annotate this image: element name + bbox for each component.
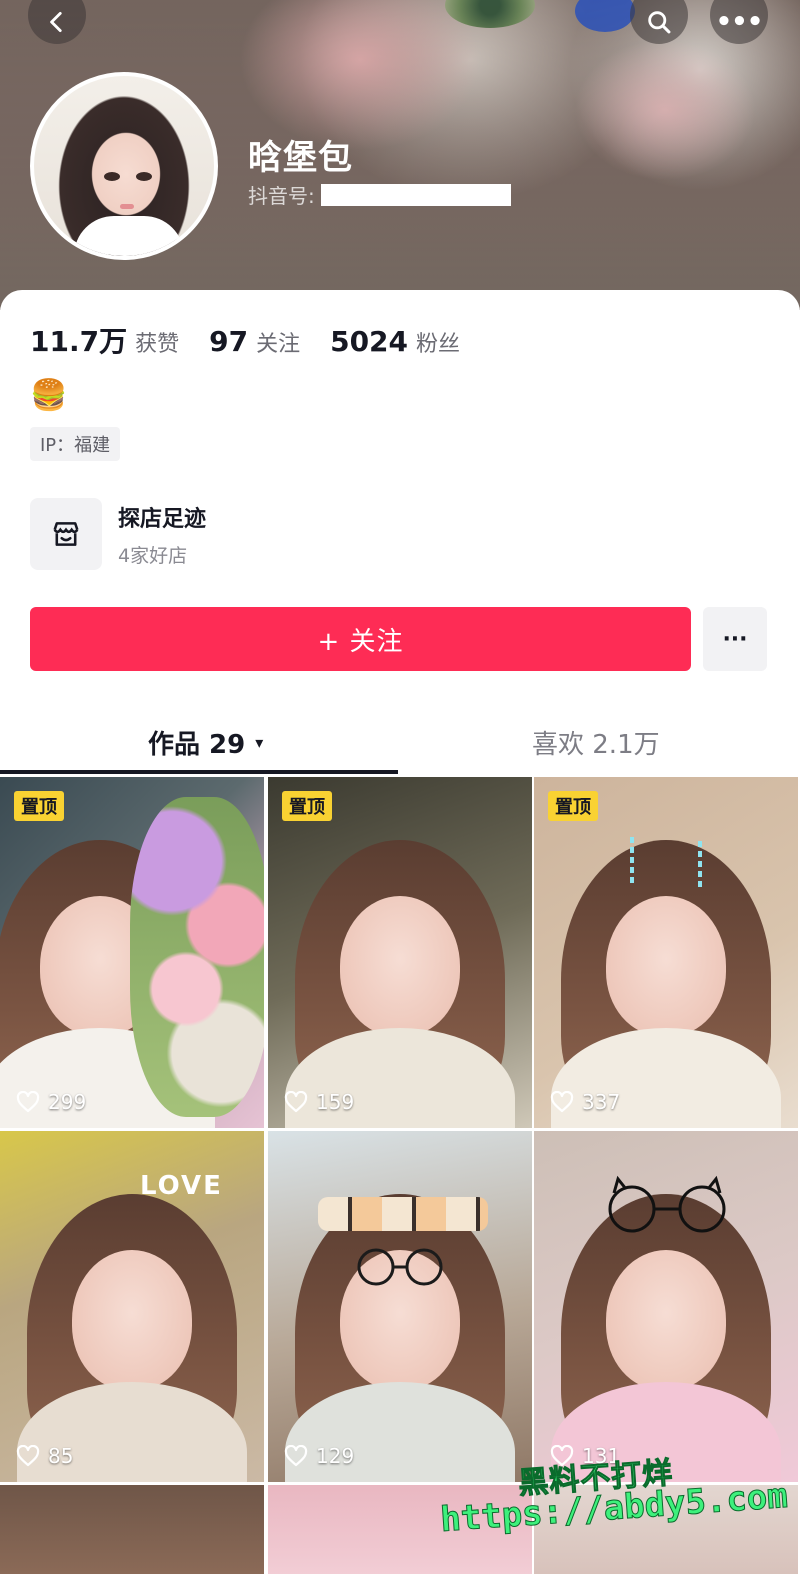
stat-followers-value: 5024: [330, 325, 409, 358]
pinned-badge: 置顶: [282, 791, 332, 821]
heart-outline-icon: [16, 1445, 40, 1467]
profile-banner: ••• 晗堡包 抖音号:: [0, 0, 800, 310]
store-visits-entry[interactable]: 探店足迹 4家好店: [30, 498, 206, 570]
video-tile[interactable]: 置顶 299: [0, 777, 264, 1128]
store-icon: [53, 522, 79, 546]
video-tile[interactable]: LOVE 85: [0, 1131, 264, 1482]
profile-info-card: 11.7万 获赞 97 关注 5024 粉丝 🍔 IP：福建 探店足迹 4家好店…: [0, 290, 800, 780]
bio-emoji: 🍔: [30, 378, 68, 413]
video-tile[interactable]: [0, 1485, 264, 1574]
follow-button[interactable]: + 关注: [30, 607, 691, 671]
ellipsis-icon: •••: [715, 7, 764, 37]
stat-followers[interactable]: 5024 粉丝: [330, 325, 460, 358]
cat-faces-sticker: [318, 1197, 488, 1231]
like-count-text: 85: [48, 1444, 74, 1468]
tab-works[interactable]: 作品 29 ▾: [148, 724, 263, 761]
store-visits-title: 探店足迹: [118, 506, 207, 532]
like-count-text: 129: [316, 1444, 355, 1468]
heart-outline-icon: [284, 1091, 308, 1113]
store-visits-count: 4家好店: [118, 544, 188, 567]
profile-tabs: 作品 29 ▾ 喜欢 2.1万: [0, 710, 800, 774]
like-count-text: 159: [316, 1090, 355, 1114]
chevron-left-icon: [50, 11, 62, 33]
pinned-badge: 置顶: [548, 791, 598, 821]
like-count-text: 299: [48, 1090, 87, 1114]
stat-likes[interactable]: 11.7万 获赞: [30, 320, 179, 360]
stat-likes-value: 11.7万: [30, 325, 128, 358]
video-tile[interactable]: 置顶 159: [268, 777, 532, 1128]
flower-bouquet: [130, 797, 264, 1117]
heart-outline-icon: [284, 1445, 308, 1467]
tab-works-label: 作品 29: [148, 730, 246, 760]
douyin-id[interactable]: 抖音号:: [248, 180, 511, 209]
video-like-count: 129: [284, 1444, 354, 1468]
tear-sticker: [630, 837, 634, 885]
ip-location-tag: IP：福建: [30, 427, 121, 461]
video-like-count: 337: [550, 1090, 620, 1114]
cat-glasses-sticker: [608, 1175, 726, 1233]
profile-nickname: 晗堡包: [248, 138, 353, 178]
douyin-id-redaction: [320, 183, 511, 206]
profile-more-button[interactable]: ···: [703, 607, 767, 671]
video-tile[interactable]: 置顶 337: [534, 777, 798, 1128]
like-count-text: 337: [582, 1090, 621, 1114]
douyin-id-label: 抖音号:: [248, 184, 315, 208]
heart-outline-icon: [550, 1091, 574, 1113]
stat-likes-label: 获赞: [135, 332, 180, 357]
heart-outline-icon: [16, 1091, 40, 1113]
stat-following-label: 关注: [256, 332, 301, 357]
love-sticker: LOVE: [140, 1171, 223, 1201]
tear-sticker: [698, 841, 702, 889]
search-icon: [648, 11, 671, 34]
avatar[interactable]: [30, 72, 218, 260]
stat-following-value: 97: [209, 325, 249, 358]
stat-following[interactable]: 97 关注: [209, 325, 300, 358]
video-like-count: 299: [16, 1090, 86, 1114]
video-tile[interactable]: 129: [268, 1131, 532, 1482]
pinned-badge: 置顶: [14, 791, 64, 821]
video-tile[interactable]: 131: [534, 1131, 798, 1482]
tab-likes[interactable]: 喜欢 2.1万: [532, 724, 660, 761]
video-grid: 置顶 299 置顶 159 置顶 337 LOVE 85 129 131: [0, 777, 800, 1574]
profile-stats: 11.7万 获赞 97 关注 5024 粉丝: [30, 320, 490, 360]
caret-down-icon: ▾: [255, 733, 264, 752]
glasses-sticker: [357, 1248, 443, 1286]
store-icon-box: [30, 498, 102, 570]
active-tab-indicator: [0, 770, 398, 774]
video-like-count: 85: [16, 1444, 73, 1468]
video-like-count: 159: [284, 1090, 354, 1114]
stat-followers-label: 粉丝: [416, 332, 461, 357]
